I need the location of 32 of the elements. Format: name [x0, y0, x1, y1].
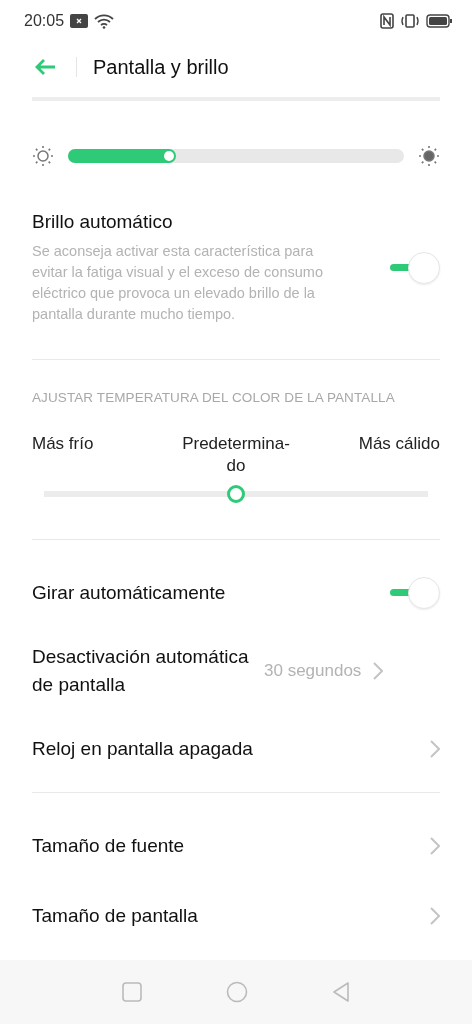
toggle-switch[interactable] [390, 576, 440, 610]
chevron-right-icon [373, 662, 384, 680]
slider-label: Más frío [32, 433, 95, 455]
setting-description: Se aconseja activar esta característica para evitar la fatiga visual y el exceso de consumo eléctrico que provoca un elevado brillo de la pantalla durante mucho tiempo. [32, 242, 324, 324]
slider-thumb[interactable] [227, 485, 245, 503]
battery-icon [426, 14, 452, 28]
back-nav-button[interactable] [332, 981, 350, 1003]
setting-label[interactable]: Girar automáticamente [32, 579, 378, 607]
bright-sun-icon [418, 145, 440, 167]
chevron-right-icon [430, 837, 440, 855]
setting-title: Brillo automático [32, 211, 174, 233]
setting-label[interactable]: Reloj en pantalla apagada [32, 735, 418, 763]
back-button[interactable] [34, 58, 56, 76]
setting-label[interactable]: Desactivación automática de pantalla [32, 643, 252, 699]
home-button[interactable] [226, 981, 248, 1003]
setting-label[interactable]: Tamaño de fuente [32, 832, 418, 860]
setting-value: 30 segundos [264, 661, 362, 681]
toggle-switch[interactable] [390, 251, 440, 285]
dim-sun-icon [32, 145, 54, 167]
notification-icon [70, 14, 89, 28]
section-heading: AJUSTAR TEMPERATURA DEL COLOR DE LA PANTALLA [32, 390, 396, 405]
vibrate-icon [400, 13, 420, 29]
recent-apps-button[interactable] [122, 982, 142, 1002]
nfc-icon [380, 13, 394, 29]
chevron-right-icon [430, 740, 440, 758]
setting-label[interactable]: Tamaño de pantalla [32, 902, 418, 930]
slider-label: Más cálido [357, 433, 440, 455]
chevron-right-icon [430, 907, 440, 925]
status-time: 20:05 [24, 12, 65, 30]
page-title: Pantalla y brillo [93, 55, 229, 79]
slider-label: Predetermina-do [181, 433, 291, 477]
wifi-icon [94, 13, 115, 29]
